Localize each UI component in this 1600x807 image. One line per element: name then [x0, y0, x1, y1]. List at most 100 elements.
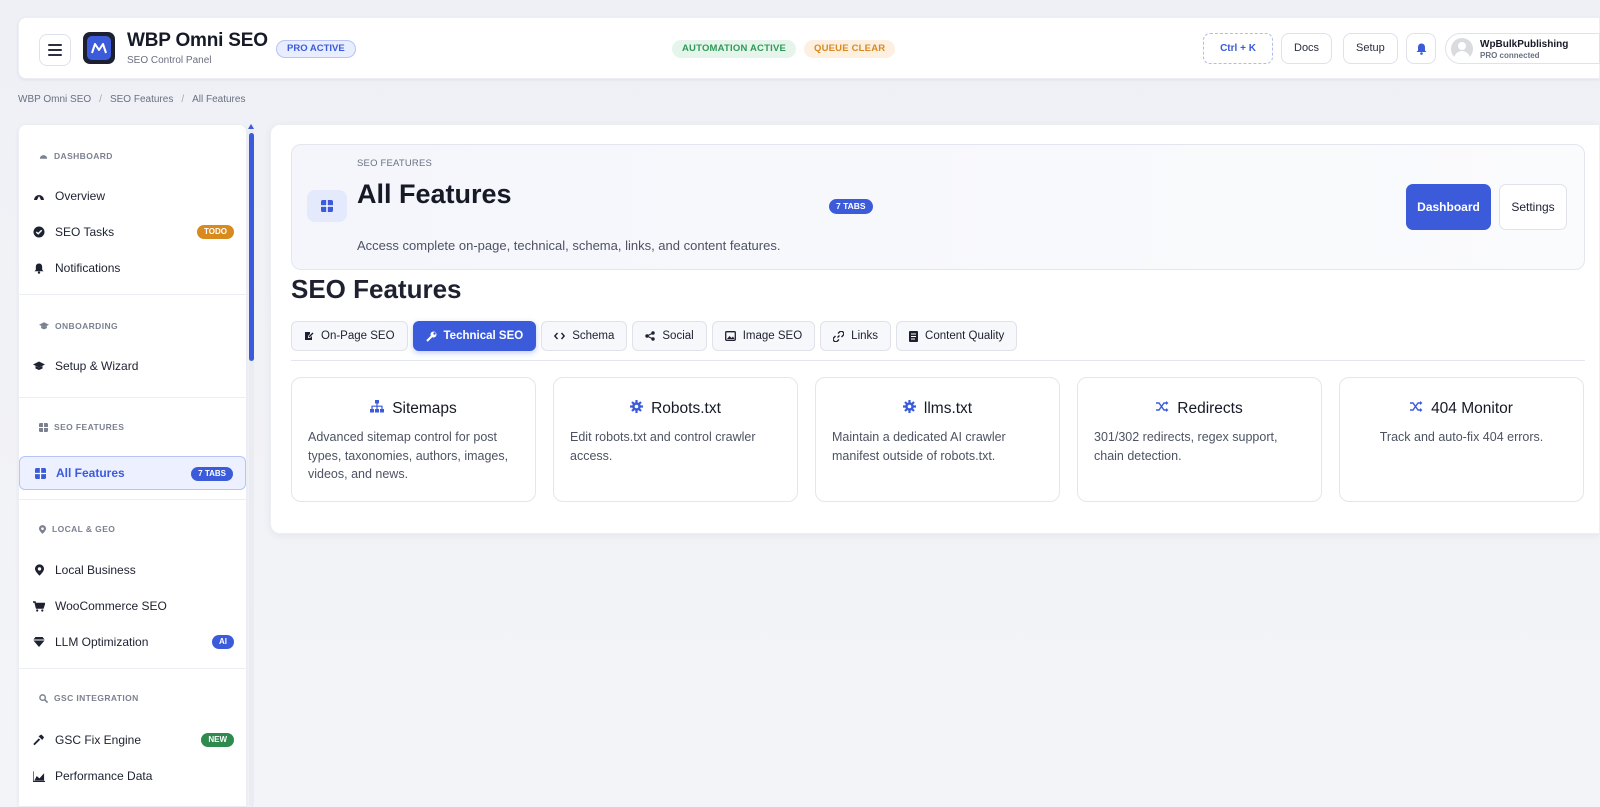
tab-social[interactable]: Social	[632, 321, 707, 351]
card-title: Sitemaps	[392, 400, 457, 417]
tab-content-quality[interactable]: Content Quality	[896, 321, 1018, 351]
feature-card-404-monitor[interactable]: 404 Monitor Track and auto-fix 404 error…	[1339, 377, 1584, 502]
feature-cards: Sitemaps Advanced sitemap control for po…	[291, 377, 1584, 502]
feature-tabs: On-Page SEO Technical SEO Schema Social …	[291, 321, 1018, 351]
settings-button[interactable]: Settings	[1499, 184, 1567, 230]
search-icon	[39, 693, 48, 703]
automation-status-badge: AUTOMATION ACTIVE	[672, 40, 797, 58]
logo-mark-icon	[91, 43, 107, 54]
card-description: Edit robots.txt and control crawler acce…	[570, 430, 756, 463]
card-title: Robots.txt	[651, 400, 721, 417]
diamond-icon	[33, 636, 45, 648]
shuffle-icon	[1410, 400, 1423, 412]
map-pin-icon	[33, 564, 45, 576]
card-title: 404 Monitor	[1431, 400, 1513, 417]
card-description: Advanced sitemap control for post types,…	[308, 430, 509, 481]
tab-links[interactable]: Links	[820, 321, 892, 351]
docs-button[interactable]: Docs	[1281, 33, 1333, 64]
top-bar: WBP Omni SEO SEO Control Panel PRO ACTIV…	[18, 17, 1600, 79]
check-circle-icon	[33, 226, 45, 238]
sidebar-item-local-business[interactable]: Local Business	[19, 553, 246, 587]
sidebar-item-performance-data[interactable]: Performance Data	[19, 759, 246, 793]
hammer-icon	[33, 734, 45, 746]
tab-schema[interactable]: Schema	[541, 321, 628, 351]
feature-card-robots-txt[interactable]: Robots.txt Edit robots.txt and control c…	[553, 377, 798, 502]
link-icon	[833, 330, 845, 342]
sidebar-item-overview[interactable]: Overview	[19, 179, 246, 213]
card-description: Track and auto-fix 404 errors.	[1379, 430, 1544, 444]
avatar	[1451, 38, 1473, 60]
sidebar-scrollbar-thumb[interactable]	[249, 133, 254, 361]
feature-card-redirects[interactable]: Redirects 301/302 redirects, regex suppo…	[1077, 377, 1322, 502]
app-title: WBP Omni SEO	[127, 30, 268, 51]
card-title: llms.txt	[923, 400, 973, 417]
sidebar-section-onboarding: ONBOARDING	[39, 321, 118, 331]
sidebar-item-all-features[interactable]: All Features 7 TABS	[19, 456, 246, 490]
sitemap-icon	[370, 399, 385, 412]
sidebar-section-local-geo: LOCAL & GEO	[39, 524, 115, 534]
todo-badge: TODO	[197, 225, 234, 239]
sidebar-item-notifications[interactable]: Notifications	[19, 251, 246, 285]
sidebar-item-gsc-fix-engine[interactable]: GSC Fix Engine NEW	[19, 723, 246, 757]
gear-icon	[630, 399, 644, 413]
features-grid-icon	[307, 190, 347, 222]
sidebar-item-seo-tasks[interactable]: SEO Tasks TODO	[19, 215, 246, 249]
page-kicker: SEO FEATURES	[357, 158, 433, 169]
gauge-icon	[33, 190, 45, 202]
breadcrumb-item[interactable]: WBP Omni SEO	[18, 94, 91, 105]
sidebar-section-gsc: GSC INTEGRATION	[39, 693, 139, 703]
breadcrumb-item[interactable]: SEO Features	[110, 94, 173, 105]
pro-status-badge: PRO ACTIVE	[276, 40, 356, 58]
new-badge: NEW	[201, 733, 234, 747]
image-icon	[724, 331, 736, 341]
breadcrumb: WBP Omni SEO / SEO Features / All Featur…	[18, 94, 246, 105]
app-logo[interactable]	[83, 32, 115, 64]
hamburger-icon	[48, 44, 62, 46]
gear-icon	[902, 399, 916, 413]
map-pin-icon	[39, 524, 46, 534]
bell-icon	[1416, 43, 1426, 55]
sidebar: DASHBOARD Overview SEO Tasks TODO Notifi…	[18, 124, 247, 807]
sidebar-item-setup-wizard[interactable]: Setup & Wizard	[19, 349, 246, 383]
tab-on-page-seo[interactable]: On-Page SEO	[291, 321, 408, 351]
grid-icon	[34, 467, 46, 479]
grid-icon	[39, 422, 48, 432]
document-icon	[909, 330, 919, 342]
section-title: SEO Features	[291, 274, 462, 304]
feature-card-llms-txt[interactable]: llms.txt Maintain a dedicated AI crawler…	[815, 377, 1060, 502]
feature-card-sitemaps[interactable]: Sitemaps Advanced sitemap control for po…	[291, 377, 536, 502]
dashboard-button[interactable]: Dashboard	[1406, 184, 1491, 230]
user-connection-status: PRO connected	[1480, 51, 1540, 60]
tabs-count-badge: 7 TABS	[829, 199, 873, 214]
setup-button[interactable]: Setup	[1343, 33, 1398, 64]
sidebar-item-woocommerce[interactable]: WooCommerce SEO	[19, 589, 246, 623]
ai-badge: AI	[212, 635, 234, 649]
share-icon	[645, 331, 656, 341]
card-description: 301/302 redirects, regex support, chain …	[1094, 430, 1278, 463]
page-description: Access complete on-page, technical, sche…	[357, 238, 781, 253]
edit-document-icon	[305, 332, 314, 340]
wrench-icon	[425, 331, 437, 342]
queue-status-badge: QUEUE CLEAR	[804, 40, 896, 58]
breadcrumb-item-current: All Features	[192, 94, 246, 105]
tabs-count-badge: 7 TABS	[191, 467, 233, 481]
sidebar-item-llm-optimization[interactable]: LLM Optimization AI	[19, 625, 246, 659]
menu-button[interactable]	[39, 34, 71, 66]
scroll-up-arrow-icon[interactable]	[248, 124, 254, 129]
sidebar-section-seo-features: SEO FEATURES	[39, 422, 124, 432]
command-palette-button[interactable]: Ctrl + K	[1203, 33, 1273, 64]
graduation-cap-icon	[39, 322, 49, 330]
area-chart-icon	[33, 770, 45, 782]
gauge-icon	[39, 155, 48, 159]
code-icon	[554, 332, 566, 340]
tab-image-seo[interactable]: Image SEO	[711, 321, 816, 351]
notifications-button[interactable]	[1406, 33, 1436, 64]
shuffle-icon	[1156, 400, 1169, 412]
bell-icon	[33, 262, 45, 274]
sidebar-section-dashboard: DASHBOARD	[39, 151, 113, 161]
user-name: WpBulkPublishing	[1480, 39, 1569, 50]
user-menu[interactable]: WpBulkPublishing PRO connected	[1445, 33, 1600, 64]
app-subtitle: SEO Control Panel	[127, 55, 212, 66]
page-title: All Features	[357, 179, 512, 209]
tab-technical-seo[interactable]: Technical SEO	[412, 321, 537, 351]
